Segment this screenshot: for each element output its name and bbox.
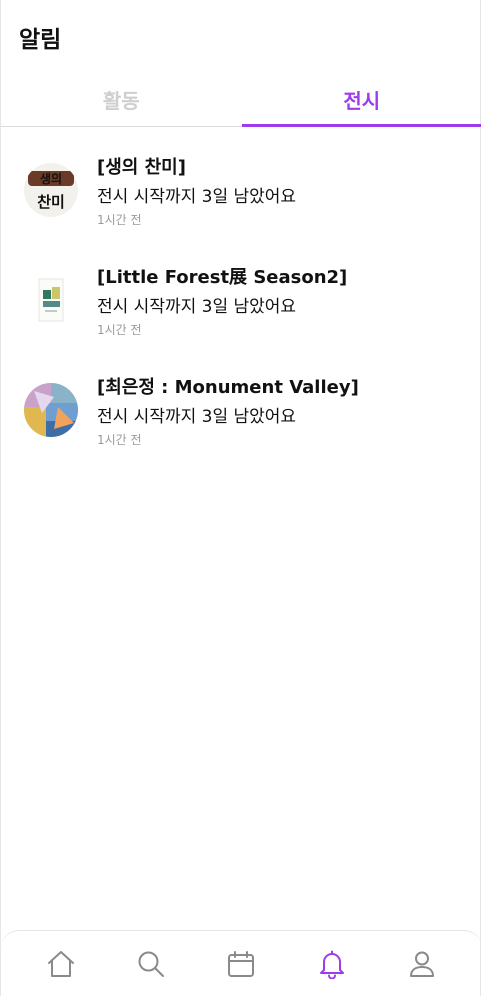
profile-icon [409,951,434,977]
notification-item[interactable]: 생의 찬미 [생의 찬미] 전시 시작까지 3일 남았어요 1시간 전 [1,145,481,255]
exhibition-painting-thumbnail [24,383,78,437]
bottom-navigation [1,930,481,996]
tab-exhibition[interactable]: 전시 [241,72,481,127]
notification-time: 1시간 전 [97,323,142,337]
exhibition-poster-thumbnail [24,273,78,327]
notification-time: 1시간 전 [97,213,142,227]
notification-message: 전시 시작까지 3일 남았어요 [97,407,297,427]
notification-title: [Little Forest展 Season2] [97,267,348,288]
app-header: 알림 [1,0,481,70]
tab-bar: 활동 전시 [1,72,481,127]
calendar-icon [228,950,255,977]
app-frame: 알림 활동 전시 생의 찬미 [생의 찬미] 전시 시작까지 3일 남았어요 1… [0,0,481,996]
nav-calendar-button[interactable] [211,934,271,994]
tab-activity[interactable]: 활동 [1,72,242,126]
svg-text:찬미: 찬미 [37,193,65,211]
notification-title: [생의 찬미] [97,157,186,178]
notification-item[interactable]: [Little Forest展 Season2] 전시 시작까지 3일 남았어요… [1,255,481,365]
svg-text:생의: 생의 [40,171,62,186]
notification-title: [최은정 : Monument Valley] [97,377,359,398]
nav-search-button[interactable] [121,934,181,994]
notification-item[interactable]: [최은정 : Monument Valley] 전시 시작까지 3일 남았어요 … [1,365,481,475]
notification-list: 생의 찬미 [생의 찬미] 전시 시작까지 3일 남았어요 1시간 전 [Lit… [1,145,481,475]
notification-message: 전시 시작까지 3일 남았어요 [97,187,297,207]
nav-notifications-button[interactable] [302,934,362,994]
notification-time: 1시간 전 [97,433,142,447]
nav-profile-button[interactable] [392,934,452,994]
nav-home-button[interactable] [31,934,91,994]
notification-message: 전시 시작까지 3일 남았어요 [97,297,297,317]
search-icon [138,951,165,977]
home-icon [48,950,75,977]
exhibition-poster-thumbnail: 생의 찬미 [24,163,78,217]
bell-icon [319,950,344,979]
page-title: 알림 [19,27,62,53]
